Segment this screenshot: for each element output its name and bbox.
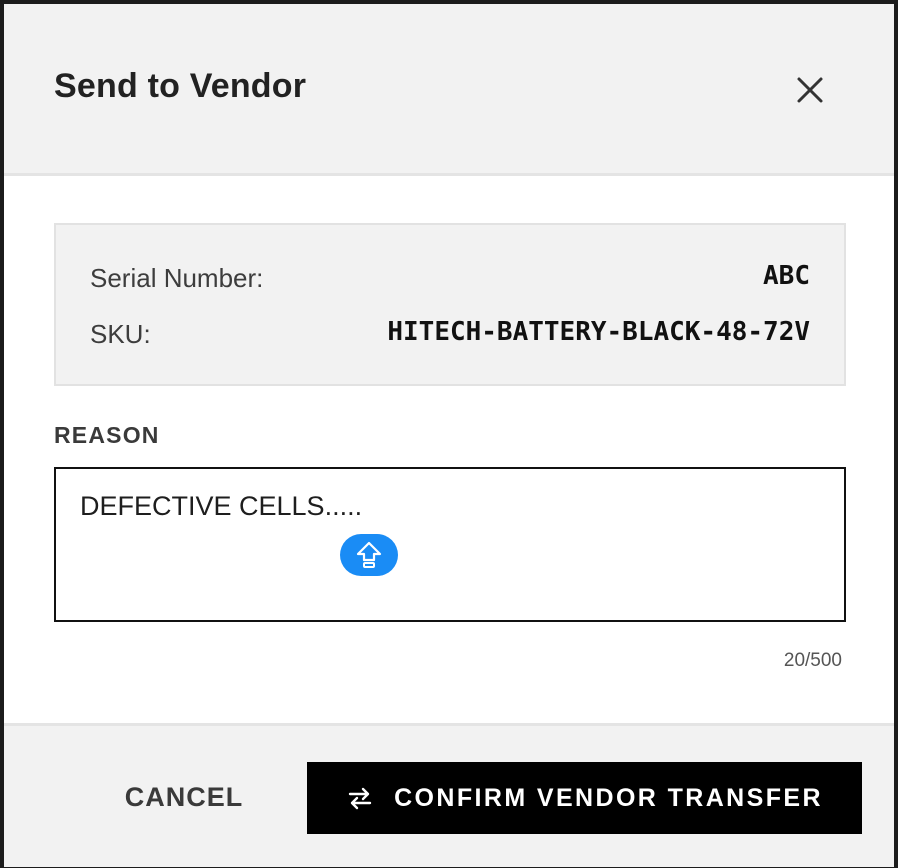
dialog-footer: CANCEL CONFIRM VENDOR TRANSFER	[4, 723, 894, 867]
floating-action-button[interactable]	[340, 534, 398, 576]
close-icon	[797, 77, 823, 103]
item-info-panel: Serial Number: ABC SKU: HITECH-BATTERY-B…	[54, 223, 846, 386]
close-button[interactable]	[790, 70, 830, 110]
serial-number-label: Serial Number:	[90, 263, 264, 293]
arrow-up-icon	[356, 541, 382, 568]
serial-number-value: ABC	[763, 261, 810, 291]
reason-text: DEFECTIVE CELLS.....	[80, 491, 363, 521]
character-counter: 20/500	[783, 650, 842, 671]
sku-label: SKU:	[90, 319, 151, 349]
confirm-button-label: CONFIRM VENDOR TRANSFER	[394, 783, 823, 812]
dialog-header: Send to Vendor	[4, 4, 894, 176]
reason-label: REASON	[54, 422, 160, 448]
confirm-vendor-transfer-button[interactable]: CONFIRM VENDOR TRANSFER	[307, 762, 862, 834]
send-to-vendor-dialog: Send to Vendor Serial Number: ABC SKU: H…	[0, 0, 898, 868]
sku-value: HITECH-BATTERY-BLACK-48-72V	[387, 317, 810, 347]
cancel-button[interactable]: CANCEL	[84, 762, 284, 832]
dialog-title: Send to Vendor	[54, 67, 307, 105]
reason-textarea[interactable]: DEFECTIVE CELLS.....	[54, 467, 846, 622]
swap-arrows-icon	[346, 784, 374, 812]
